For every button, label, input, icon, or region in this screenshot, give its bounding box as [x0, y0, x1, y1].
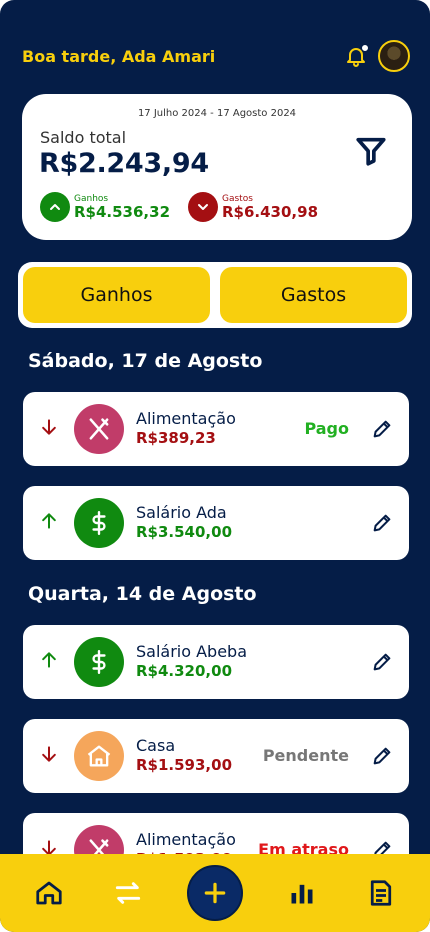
transaction-card[interactable]: Alimentação R$389,23 Pago — [23, 392, 409, 466]
header: Boa tarde, Ada Amari — [22, 40, 410, 72]
income-value: R$4.536,32 — [74, 203, 171, 221]
balance-label: Saldo total — [40, 128, 127, 147]
tab-income[interactable]: Ganhos — [23, 267, 210, 323]
edit-icon[interactable] — [371, 418, 393, 440]
transaction-category: Casa — [136, 736, 176, 755]
balance-value: R$2.243,94 — [39, 148, 209, 179]
home-icon[interactable] — [29, 873, 69, 913]
house-icon — [74, 731, 124, 781]
status-badge: Pendente — [262, 746, 349, 765]
transaction-card[interactable]: Salário Abeba R$4.320,00 — [23, 625, 409, 699]
status-badge: Pago — [304, 419, 349, 438]
greeting: Boa tarde, Ada Amari — [22, 46, 216, 66]
chevron-up-icon — [40, 192, 70, 222]
edit-icon[interactable] — [371, 512, 393, 534]
day-header: Sábado, 17 de Agosto — [28, 350, 263, 372]
arrow-up-icon — [39, 511, 59, 531]
transaction-amount: R$3.540,00 — [136, 523, 233, 541]
app-screen: Boa tarde, Ada Amari 17 Julho 2024 - 17 … — [0, 0, 430, 932]
tab-expense[interactable]: Gastos — [220, 267, 407, 323]
dollar-icon — [74, 498, 124, 548]
transaction-category: Salário Abeba — [136, 642, 248, 661]
avatar[interactable] — [378, 40, 410, 72]
utensils-icon — [74, 404, 124, 454]
transaction-amount: R$4.320,00 — [136, 662, 233, 680]
transaction-category: Salário Ada — [136, 503, 227, 522]
balance-card: 17 Julho 2024 - 17 Agosto 2024 Saldo tot… — [22, 94, 412, 240]
expense-summary: Gastos R$6.430,98 — [188, 192, 318, 222]
add-icon[interactable] — [186, 865, 243, 921]
report-icon[interactable] — [361, 873, 401, 913]
chevron-down-icon — [188, 192, 218, 222]
transaction-category: Alimentação — [136, 830, 236, 849]
transaction-category: Alimentação — [136, 409, 236, 428]
arrow-down-icon — [39, 744, 59, 764]
transaction-card[interactable]: Salário Ada R$3.540,00 — [23, 486, 409, 560]
edit-icon[interactable] — [371, 651, 393, 673]
arrow-up-icon — [39, 650, 59, 670]
transaction-amount: R$389,23 — [136, 429, 216, 447]
type-tabs: Ganhos Gastos — [18, 262, 412, 328]
filter-icon[interactable] — [354, 134, 388, 168]
notification-bell-icon[interactable] — [344, 44, 369, 68]
bottom-nav — [0, 854, 430, 932]
transaction-amount: R$1.593,00 — [136, 756, 233, 774]
transfer-icon[interactable] — [108, 873, 148, 913]
chart-icon[interactable] — [282, 873, 322, 913]
day-header: Quarta, 14 de Agosto — [28, 583, 257, 605]
period-range: 17 Julho 2024 - 17 Agosto 2024 — [137, 108, 297, 119]
notification-dot — [361, 44, 369, 52]
income-summary: Ganhos R$4.536,32 — [40, 192, 170, 222]
arrow-down-icon — [39, 417, 59, 437]
expense-value: R$6.430,98 — [222, 203, 319, 221]
header-actions — [344, 40, 410, 72]
transaction-card[interactable]: Casa R$1.593,00 Pendente — [23, 719, 409, 793]
dollar-icon — [74, 637, 124, 687]
edit-icon[interactable] — [371, 745, 393, 767]
